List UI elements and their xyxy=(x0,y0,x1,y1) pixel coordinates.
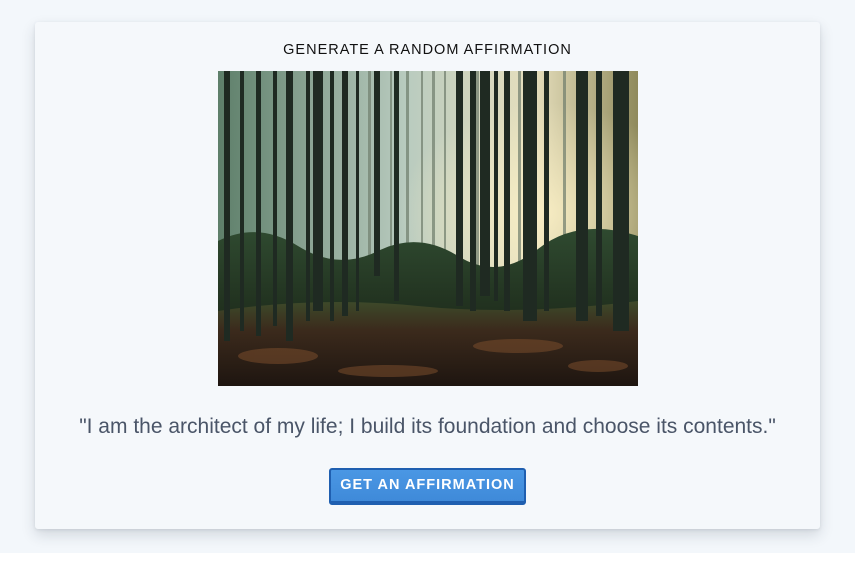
card-title: GENERATE A RANDOM AFFIRMATION xyxy=(283,42,572,58)
forest-photo xyxy=(218,71,638,386)
affirmation-text: "I am the architect of my life; I build … xyxy=(79,415,776,438)
get-affirmation-button[interactable]: GET AN AFFIRMATION xyxy=(329,468,526,505)
affirmation-card: GENERATE A RANDOM AFFIRMATION "I am the … xyxy=(35,22,820,529)
